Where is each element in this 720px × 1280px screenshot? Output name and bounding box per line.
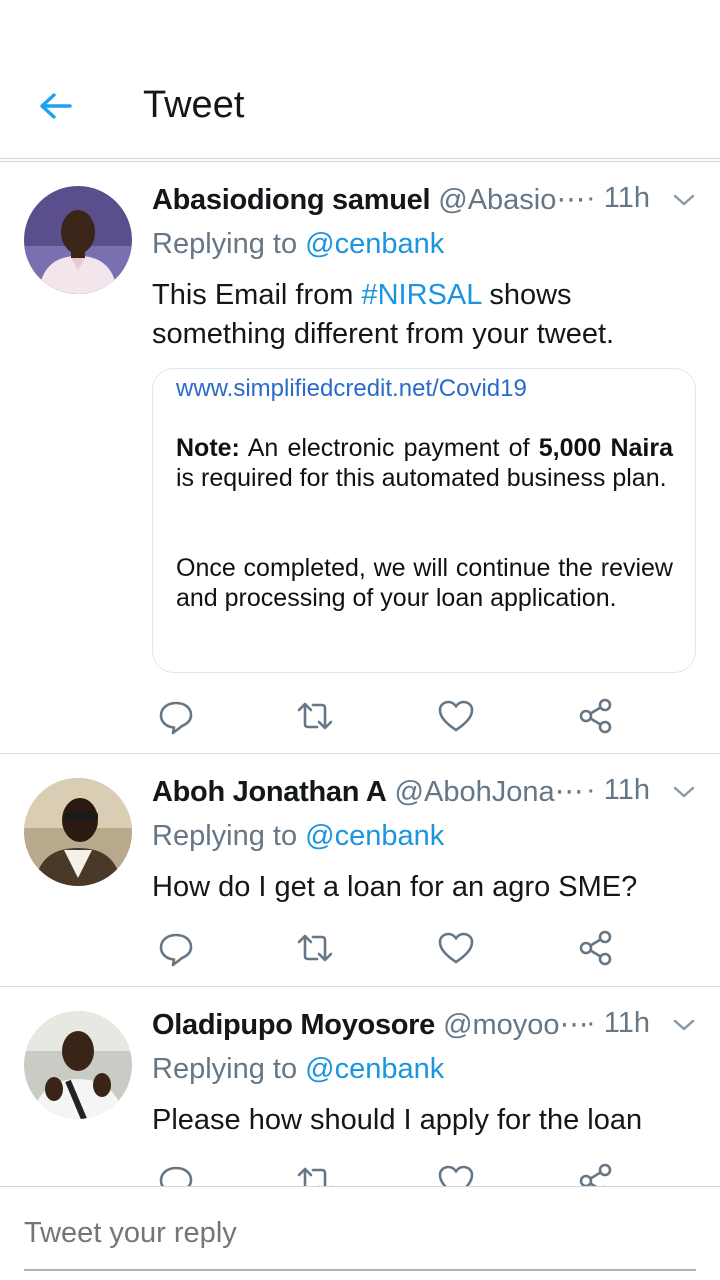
author-line: Abasiodiong samuel @Abasio⋯	[152, 182, 622, 217]
card-url: www.simplifiedcredit.net/Covid19	[176, 375, 527, 402]
tweet-actions	[152, 1161, 632, 1186]
avatar[interactable]	[24, 1011, 132, 1119]
tweet-text: Please how should I apply for the loan	[152, 1104, 643, 1136]
note-label: Note:	[176, 434, 240, 462]
retweet-icon[interactable]	[295, 1161, 335, 1186]
replying-mention[interactable]: @cenbank	[305, 820, 444, 852]
reply-icon[interactable]	[156, 696, 196, 736]
reply-icon[interactable]	[156, 928, 196, 968]
replying-to: Replying to @cenbank	[152, 820, 444, 853]
reply-composer	[0, 1186, 720, 1280]
tweet-text: How do I get a loan for an agro SME?	[152, 871, 638, 903]
back-arrow-icon[interactable]	[36, 86, 76, 126]
share-icon[interactable]	[576, 696, 616, 736]
avatar[interactable]	[24, 778, 132, 886]
retweet-icon[interactable]	[295, 696, 335, 736]
tweet[interactable]: Abasiodiong samuel @Abasio⋯ · 11h Replyi…	[0, 162, 720, 754]
note-text: An electronic payment of	[239, 434, 539, 462]
author-handle[interactable]: @moyoo⋯	[443, 1009, 588, 1041]
replies-feed[interactable]: Abasiodiong samuel @Abasio⋯ · 11h Replyi…	[0, 162, 720, 1186]
tweet-time: · 11h	[586, 1007, 650, 1039]
tweet[interactable]: Aboh Jonathan A @AbohJona⋯ · 11h Replyin…	[0, 754, 720, 987]
card-note: Note: An electronic payment of 5,000 Nai…	[176, 433, 673, 493]
replying-prefix: Replying to	[152, 820, 306, 852]
tweet-time: · 11h	[586, 182, 650, 214]
tweet-actions	[152, 696, 632, 736]
chevron-down-icon[interactable]	[672, 784, 696, 800]
tweet-actions	[152, 928, 632, 968]
author-handle[interactable]: @Abasio⋯	[438, 184, 585, 216]
note-text: is required for this automated business …	[176, 464, 667, 492]
author-name[interactable]: Aboh Jonathan A	[152, 776, 387, 808]
replying-prefix: Replying to	[152, 228, 306, 260]
author-name[interactable]: Abasiodiong samuel	[152, 184, 431, 216]
tweet[interactable]: Oladipupo Moyosore @moyoo⋯ · 11h Replyin…	[0, 987, 720, 1186]
reply-input[interactable]	[24, 1217, 696, 1250]
attached-image-card[interactable]: www.simplifiedcredit.net/Covid19 Note: A…	[152, 368, 696, 673]
replying-prefix: Replying to	[152, 1053, 306, 1085]
share-icon[interactable]	[576, 928, 616, 968]
reply-icon[interactable]	[156, 1161, 196, 1186]
page-title: Tweet	[143, 84, 245, 126]
author-line: Aboh Jonathan A @AbohJona⋯	[152, 774, 622, 809]
author-line: Oladipupo Moyosore @moyoo⋯	[152, 1007, 622, 1042]
replying-mention[interactable]: @cenbank	[305, 1053, 444, 1085]
chevron-down-icon[interactable]	[672, 192, 696, 208]
author-name[interactable]: Oladipupo Moyosore	[152, 1009, 435, 1041]
chevron-down-icon[interactable]	[672, 1017, 696, 1033]
heart-icon[interactable]	[436, 1161, 476, 1186]
input-underline	[24, 1269, 696, 1271]
top-bar: Tweet	[0, 0, 720, 160]
heart-icon[interactable]	[436, 696, 476, 736]
author-handle[interactable]: @AbohJona⋯	[395, 776, 584, 808]
card-paragraph: Once completed, we will continue the rev…	[176, 554, 673, 612]
replying-to: Replying to @cenbank	[152, 228, 444, 261]
replying-mention[interactable]: @cenbank	[305, 228, 444, 260]
retweet-icon[interactable]	[295, 928, 335, 968]
tweet-time: · 11h	[586, 774, 650, 806]
share-icon[interactable]	[576, 1161, 616, 1186]
note-amount: 5,000 Naira	[538, 434, 673, 462]
tweet-text: This Email from #NIRSAL shows something …	[152, 276, 692, 354]
tweet-text-part: This Email from	[152, 279, 362, 311]
replying-to: Replying to @cenbank	[152, 1053, 444, 1086]
hashtag-link[interactable]: #NIRSAL	[361, 279, 481, 311]
avatar[interactable]	[24, 186, 132, 294]
heart-icon[interactable]	[436, 928, 476, 968]
